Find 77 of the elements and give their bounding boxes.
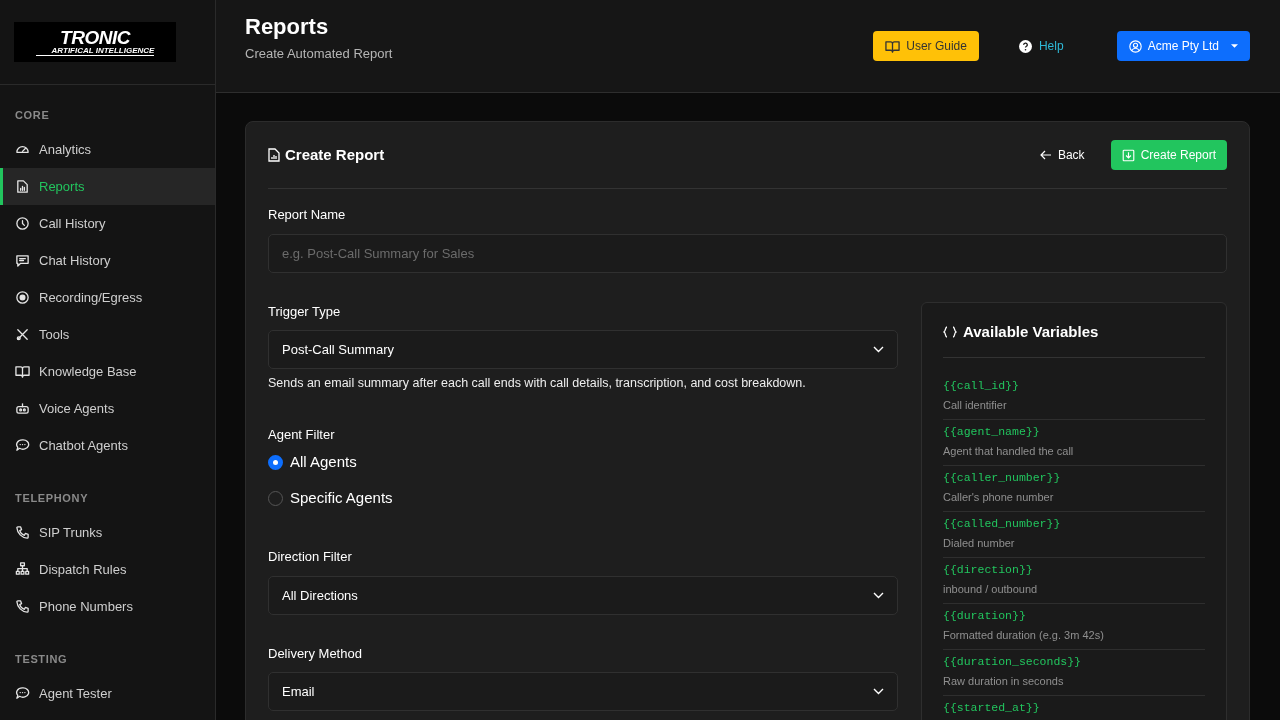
- sidebar-item[interactable]: Knowledge Base: [0, 353, 215, 390]
- hierarchy-icon: [15, 562, 30, 577]
- dropdown-field[interactable]: Email: [268, 672, 898, 712]
- report-file-icon: [268, 148, 280, 162]
- help-icon: [1018, 39, 1032, 53]
- sidebar-item[interactable]: SIP Trunks: [0, 514, 215, 551]
- report-icon: [15, 179, 30, 194]
- braces-icon: [943, 326, 957, 338]
- sidebar-item[interactable]: Agent Tester: [0, 675, 215, 712]
- sidebar-item[interactable]: Chat History: [0, 242, 215, 279]
- variable-name: {{agent_name}}: [943, 423, 1041, 440]
- user-guide-button[interactable]: User Guide: [873, 31, 979, 61]
- variable-name: {{call_id}}: [943, 377, 1020, 394]
- arrow-left-icon: [1039, 150, 1052, 160]
- variable-description: Dialed number: [943, 535, 1016, 551]
- radio-button[interactable]: [268, 454, 283, 470]
- sidebar-item[interactable]: Call History: [0, 205, 215, 242]
- account-dropdown[interactable]: Acme Pty Ltd: [1116, 31, 1250, 61]
- field-label: Direction Filter: [268, 548, 353, 567]
- book-icon: [15, 364, 30, 379]
- dropdown-field[interactable]: Post-Call Summary: [268, 330, 898, 369]
- section-heading: TESTING: [14, 651, 69, 667]
- chat-bubble-icon: [15, 438, 30, 453]
- chat-bubble-icon: [15, 686, 30, 701]
- help-link[interactable]: Help: [1018, 37, 1064, 55]
- variable-name: {{duration_seconds}}: [943, 653, 1083, 670]
- variable-name: {{caller_number}}: [943, 469, 1062, 486]
- field-label: Trigger Type: [268, 302, 342, 321]
- clock-icon: [15, 216, 30, 231]
- sidebar-item[interactable]: Recording/Egress: [0, 279, 215, 316]
- page-subtitle: Create Automated Report: [245, 45, 393, 63]
- sidebar-item[interactable]: Tools: [0, 316, 215, 353]
- variable-name: {{called_number}}: [943, 515, 1062, 532]
- chevron-down-icon: [873, 688, 884, 696]
- card-title: Create Report: [285, 144, 385, 165]
- field-label: Agent Filter: [268, 425, 336, 444]
- phone-icon: [15, 599, 30, 614]
- field-label: Report Name: [268, 206, 347, 224]
- variable-description: Formatted duration (e.g. 3m 42s): [943, 627, 1105, 643]
- chat-icon: [15, 253, 30, 268]
- help-text: Sends an email summary after each call ends with call details, transcription, and cost breakdown.: [268, 375, 807, 392]
- variable-description: Raw duration in seconds: [943, 673, 1065, 689]
- field-label: Delivery Method: [268, 644, 363, 663]
- page-title: Reports: [245, 13, 330, 41]
- radio-option[interactable]: All Agents: [268, 444, 898, 481]
- radio-option[interactable]: Specific Agents: [268, 480, 898, 517]
- chevron-down-icon: [873, 591, 884, 599]
- sidebar-item[interactable]: Phone Numbers: [0, 588, 215, 625]
- chevron-down-icon: [873, 346, 884, 353]
- radio-button[interactable]: [268, 490, 283, 506]
- back-link[interactable]: Back: [1039, 146, 1085, 164]
- user-icon: [1128, 39, 1142, 53]
- variable-name: {{direction}}: [943, 561, 1034, 578]
- sidebar-item[interactable]: Chatbot Agents: [0, 427, 215, 464]
- sidebar-item[interactable]: Dispatch Rules: [0, 551, 215, 588]
- tools-icon: [15, 327, 30, 342]
- caret-icon: [1231, 44, 1238, 48]
- variable-description: Agent that handled the call: [943, 443, 1075, 459]
- sidebar-item[interactable]: Reports: [0, 168, 215, 205]
- section-heading: TELEPHONY: [14, 490, 90, 506]
- section-heading: CORE: [14, 107, 51, 123]
- record-icon: [15, 290, 30, 305]
- variable-name: {{started_at}}: [943, 699, 1041, 716]
- panel-title: Available Variables: [963, 321, 1099, 342]
- phone-icon: [15, 525, 30, 540]
- book-icon: [885, 38, 901, 54]
- logo: TRONIC ARTIFICAL INTELLIGENCE: [14, 22, 176, 62]
- download-box-icon: [1121, 148, 1135, 162]
- variable-description: Caller's phone number: [943, 489, 1055, 505]
- variable-description: inbound / outbound: [943, 581, 1039, 597]
- sidebar-item[interactable]: Voice Agents: [0, 390, 215, 427]
- variable-name: {{duration}}: [943, 607, 1027, 624]
- report-name-field[interactable]: e.g. Post-Call Summary for Sales: [268, 233, 1227, 273]
- robot-icon: [15, 401, 30, 416]
- variable-description: Call identifier: [943, 397, 1008, 413]
- sidebar-item[interactable]: Analytics: [0, 131, 215, 168]
- dropdown-field[interactable]: All Directions: [268, 575, 898, 615]
